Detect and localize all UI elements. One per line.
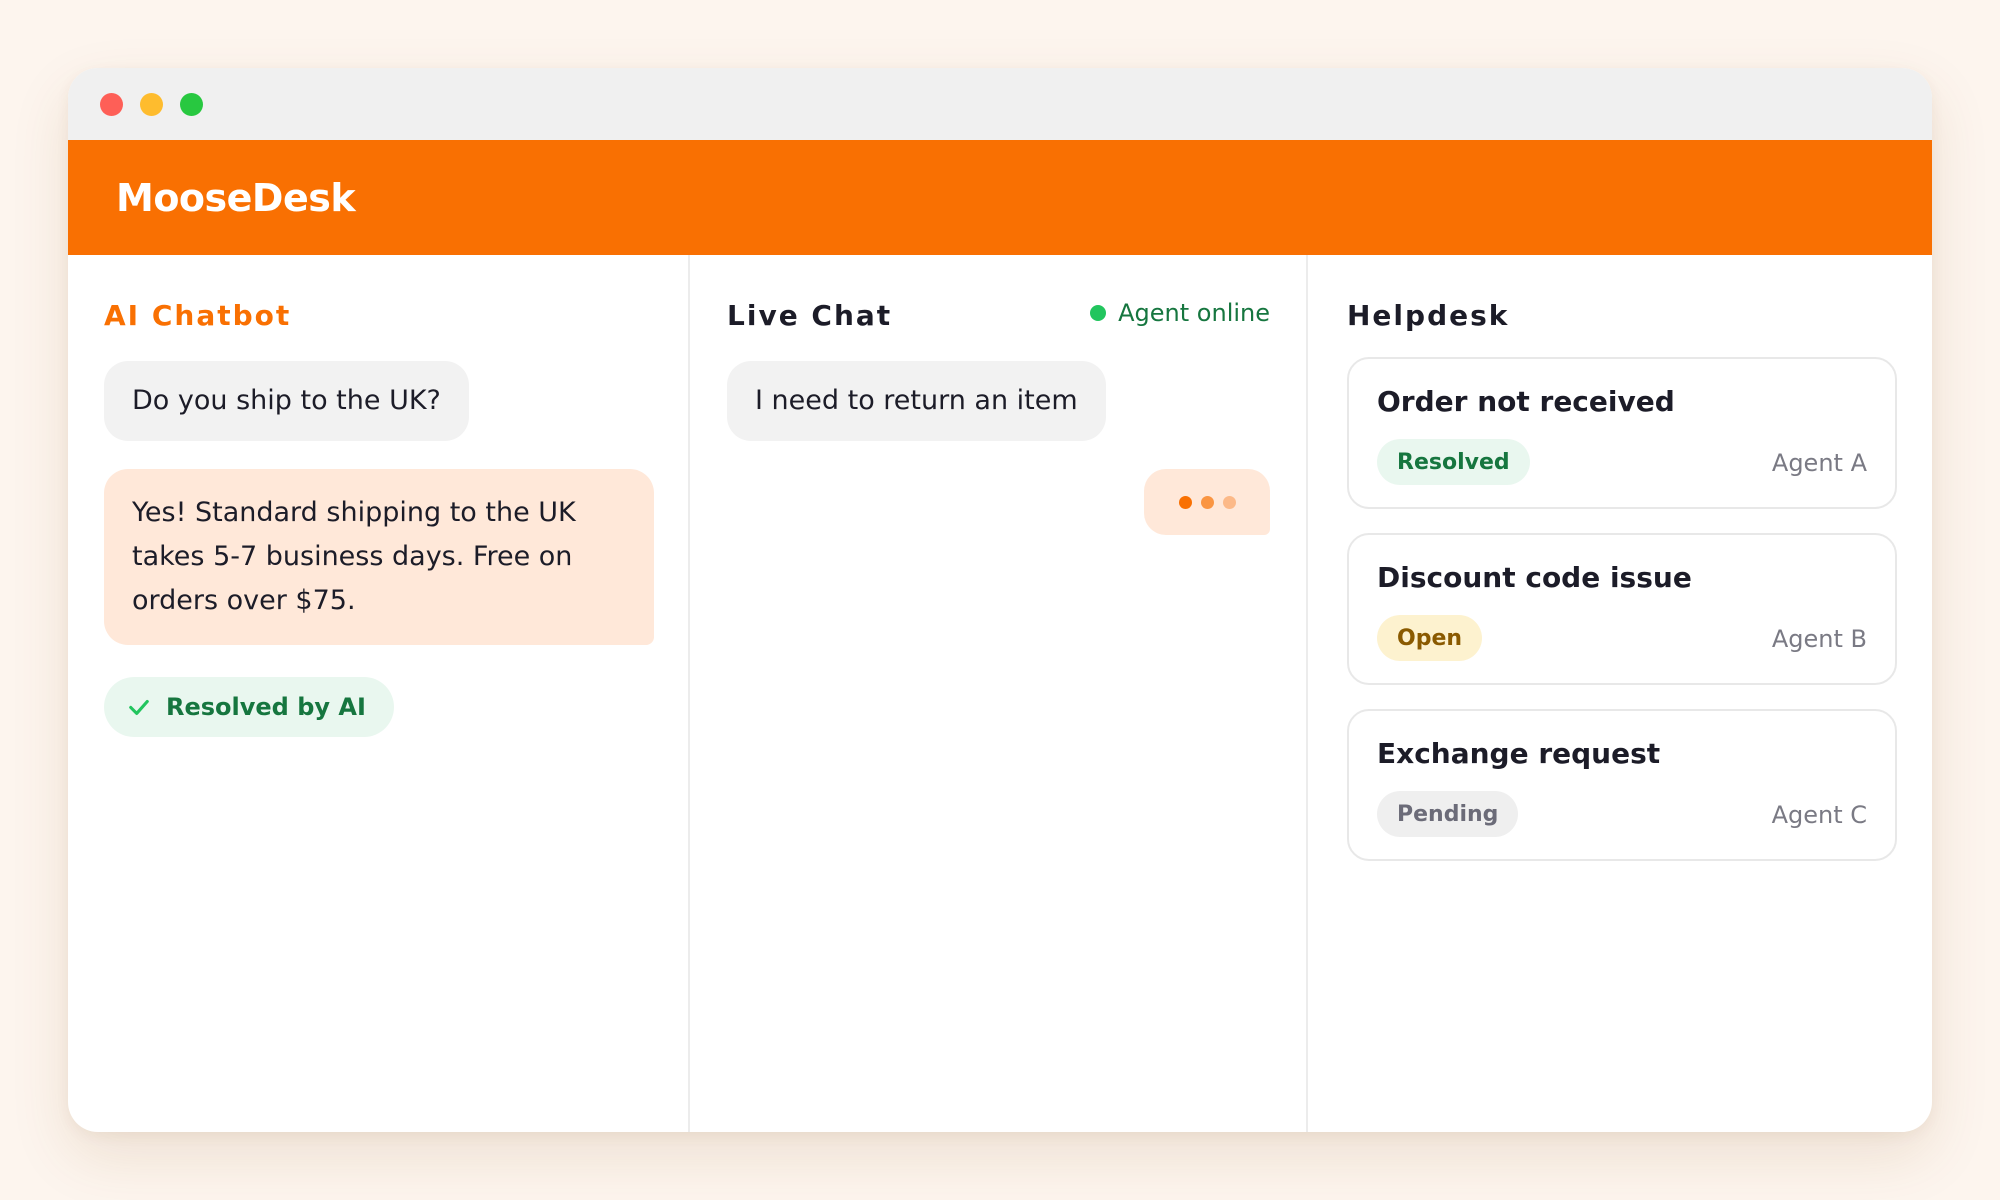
typing-indicator-icon [1144,469,1270,535]
ticket-card[interactable]: Exchange request Pending Agent C [1347,709,1897,861]
window-titlebar [68,68,1932,140]
close-window-button[interactable] [100,93,123,116]
livechat-user-message: I need to return an item [727,361,1106,441]
status-badge: Pending [1377,791,1519,837]
typing-dot [1200,495,1214,509]
ticket-agent: Agent B [1771,625,1867,653]
resolved-by-ai-label: Resolved by AI [166,693,366,721]
agent-status-label: Agent online [1118,299,1270,327]
ticket-title: Exchange request [1377,737,1661,770]
live-chat-column: Live Chat Agent online I need to return … [690,255,1308,1132]
chatbot-bot-message: Yes! Standard shipping to the UK takes 5… [104,469,654,645]
agent-status: Agent online [1090,299,1270,327]
status-badge: Resolved [1377,439,1530,485]
minimize-window-button[interactable] [140,93,163,116]
channels-panel: AI Chatbot Do you ship to the UK? Yes! S… [68,255,1932,1132]
ticket-card[interactable]: Discount code issue Open Agent B [1347,533,1897,685]
ai-chatbot-title: AI Chatbot [104,299,292,332]
typing-dot [1222,495,1236,509]
app-header: MooseDesk [68,140,1932,255]
app-window: MooseDesk AI Chatbot Do you ship to the … [68,68,1932,1132]
online-status-icon [1090,305,1107,321]
chatbot-user-message: Do you ship to the UK? [104,361,469,441]
resolved-by-ai-badge: Resolved by AI [104,677,394,737]
live-chat-title: Live Chat [727,299,893,332]
helpdesk-title: Helpdesk [1347,299,1510,332]
helpdesk-column: Helpdesk Order not received Resolved Age… [1308,255,1932,1132]
check-icon [129,699,149,715]
ticket-agent: Agent A [1771,449,1867,477]
ai-chatbot-column: AI Chatbot Do you ship to the UK? Yes! S… [68,255,690,1132]
ticket-card[interactable]: Order not received Resolved Agent A [1347,357,1897,509]
typing-dot [1178,495,1192,509]
maximize-window-button[interactable] [180,93,203,116]
ticket-title: Order not received [1377,385,1675,418]
brand-logo: MooseDesk [116,175,356,220]
ticket-title: Discount code issue [1377,561,1692,594]
status-badge: Open [1377,615,1483,661]
ticket-agent: Agent C [1771,801,1867,829]
